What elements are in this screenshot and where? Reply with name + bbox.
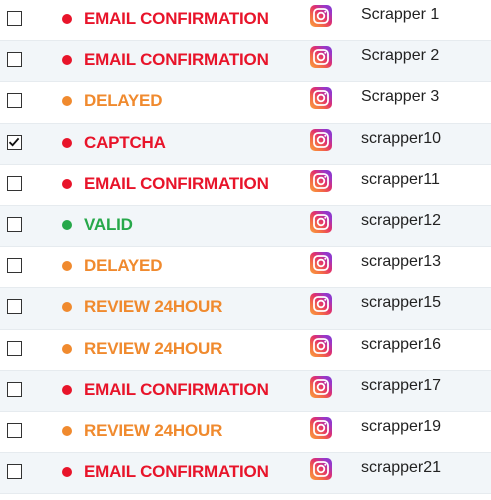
row-checkbox[interactable]	[7, 422, 22, 438]
status-label: DELAYED	[84, 91, 163, 111]
list-item[interactable]: DELAYED scrapper13	[0, 247, 491, 289]
account-name: scrapper17	[361, 376, 442, 394]
list-item[interactable]: EMAIL CONFIRMATION Scrapper 2	[0, 41, 491, 83]
list-item[interactable]: EMAIL CONFIRMATION scrapper21	[0, 453, 491, 495]
status-label: EMAIL CONFIRMATION	[84, 379, 269, 399]
row-checkbox[interactable]	[7, 134, 22, 150]
status-label: EMAIL CONFIRMATION	[84, 173, 269, 193]
account-name: scrapper16	[361, 335, 442, 353]
status-dot	[62, 14, 72, 24]
status-dot	[62, 219, 72, 230]
instagram-icon[interactable]	[310, 169, 332, 192]
status-dot	[62, 384, 72, 395]
status-label: EMAIL CONFIRMATION	[84, 462, 269, 482]
row-checkbox[interactable]	[7, 381, 22, 397]
status-dot	[62, 96, 72, 107]
status-label: DELAYED	[84, 256, 163, 276]
list-item[interactable]: CAPTCHA scrapper10	[0, 123, 491, 165]
account-name: scrapper19	[361, 417, 442, 435]
account-name: scrapper15	[361, 294, 442, 312]
instagram-icon[interactable]	[310, 87, 332, 110]
list-item[interactable]: REVIEW 24HOUR scrapper15	[0, 288, 491, 330]
instagram-icon[interactable]	[310, 252, 332, 275]
instagram-icon[interactable]	[310, 5, 332, 27]
status-label: EMAIL CONFIRMATION	[84, 9, 269, 28]
row-checkbox[interactable]	[7, 464, 22, 480]
status-dot	[62, 302, 72, 313]
row-checkbox[interactable]	[7, 52, 22, 68]
row-checkbox[interactable]	[7, 11, 22, 26]
status-dot	[62, 261, 72, 272]
status-label: REVIEW 24HOUR	[84, 338, 223, 358]
status-label: REVIEW 24HOUR	[84, 297, 223, 317]
instagram-icon[interactable]	[310, 334, 332, 357]
instagram-icon[interactable]	[310, 293, 332, 316]
status-label: VALID	[84, 214, 133, 234]
list-item[interactable]: VALID scrapper12	[0, 205, 491, 248]
checkmark-icon	[8, 137, 20, 147]
list-item[interactable]: EMAIL CONFIRMATION scrapper17	[0, 370, 491, 412]
instagram-icon[interactable]	[310, 128, 332, 151]
instagram-icon[interactable]	[310, 210, 332, 233]
instagram-icon[interactable]	[310, 416, 332, 439]
list-item[interactable]: REVIEW 24HOUR scrapper19	[0, 412, 491, 454]
list-item[interactable]: DELAYED Scrapper 3	[0, 82, 491, 124]
account-name: scrapper21	[361, 459, 442, 477]
row-checkbox[interactable]	[7, 258, 22, 274]
status-dot	[62, 55, 72, 66]
list-item[interactable]: EMAIL CONFIRMATION scrapper11	[0, 165, 491, 206]
status-label: REVIEW 24HOUR	[84, 420, 223, 440]
account-name: Scrapper 2	[361, 47, 440, 65]
row-checkbox[interactable]	[7, 340, 22, 356]
account-name: scrapper11	[361, 170, 440, 188]
status-dot	[62, 467, 72, 478]
instagram-icon[interactable]	[310, 458, 332, 481]
row-checkbox[interactable]	[7, 299, 22, 315]
account-name: scrapper12	[361, 211, 442, 229]
account-name: scrapper13	[361, 253, 442, 271]
list-item[interactable]: EMAIL CONFIRMATION Scrapper 1	[0, 0, 491, 42]
row-checkbox[interactable]	[7, 175, 22, 191]
instagram-icon[interactable]	[310, 46, 332, 69]
status-dot	[62, 178, 72, 189]
list-item[interactable]: REVIEW 24HOUR scrapper16	[0, 330, 491, 371]
status-dot	[62, 343, 72, 354]
row-checkbox[interactable]	[7, 216, 22, 232]
account-name: Scrapper 3	[361, 88, 440, 106]
status-label: CAPTCHA	[84, 132, 166, 152]
status-label: EMAIL CONFIRMATION	[84, 50, 269, 70]
row-checkbox[interactable]	[7, 93, 22, 109]
status-dot	[62, 137, 72, 148]
account-name: Scrapper 1	[361, 6, 440, 23]
account-name: scrapper10	[361, 129, 442, 147]
account-list: EMAIL CONFIRMATION Scrapper 1 EMAIL CONF…	[0, 0, 491, 500]
status-dot	[62, 425, 72, 436]
instagram-icon[interactable]	[310, 375, 332, 398]
